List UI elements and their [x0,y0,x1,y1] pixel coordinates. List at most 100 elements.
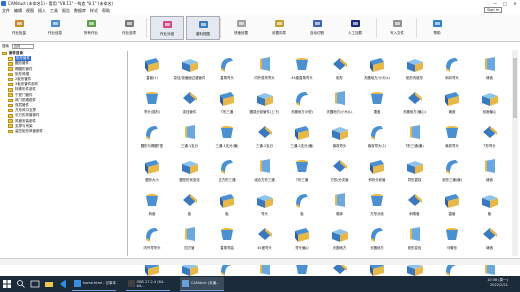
part-label: T形弯头 [483,144,496,148]
part-thumbnail-icon [334,193,345,207]
part-thumbnail-icon [295,126,309,140]
part-thumbnail-icon [409,227,420,241]
help-icon [432,20,442,27]
sign-in-button[interactable]: Sign In [484,7,502,13]
part-thumbnail-icon [259,159,270,173]
part-gallery: 直管(1) 变径/变截面过渡管件 直角弯头 内外弧弯弯头 45度直角弯头 矩形 天圆地方/小… [133,50,512,284]
app-icon [128,280,135,287]
folder-icon [8,103,13,108]
part-thumbnail-icon [371,126,383,140]
tree-item[interactable]: 高压矩形风管部件 [0,129,127,134]
folder-icon [8,57,13,61]
part-thumbnail-icon [145,160,159,174]
folder-icon [2,51,7,56]
ribbon-button[interactable]: 作业信息 [38,16,72,40]
ribbon-label: 作业分组 [160,32,174,36]
taskbar: home.html - 记事本 OBS 27.2.4 (64-bit... CAMd… [0,276,520,292]
task-label: OBS 27.2.4 (64-bit... [136,279,165,288]
ribbon-separator [146,18,147,38]
menu-item[interactable]: 数据库 [72,8,88,14]
ribbon-button[interactable]: 帮助 [420,16,454,40]
filter-input[interactable]: 直线 [12,44,34,49]
file-explorer-icon[interactable] [44,279,54,289]
close-button[interactable]: ✕ [510,0,520,7]
menu-item[interactable]: 帮助 [100,8,112,14]
part-thumbnail-icon [295,228,309,242]
part-thumbnail-icon [184,227,195,241]
job-batch-icon [14,20,24,27]
task-label: CAMduct (未编... [191,281,220,285]
part-thumbnail-icon [296,194,308,208]
folder-icon [8,72,13,77]
menu-item[interactable]: 文件 [0,8,12,14]
app-logo-icon [1,1,6,6]
tree-item-label: 高压矩形风管部件 [15,128,43,133]
window-title: CAMduct (未命名1) - 套用 "V8.11" - 构造 "8.1" (… [8,0,114,6]
app-icon [182,280,189,287]
part-thumbnail-icon [181,161,198,174]
menu-item[interactable]: 报告 [60,8,72,14]
task-view-icon[interactable] [30,279,40,289]
ribbon-button[interactable]: 自动切割 [300,16,334,40]
part-thumbnail-icon [182,194,197,206]
part-tile[interactable]: 铸造 [468,54,512,86]
ribbon-button[interactable]: 设置向导 [262,16,296,40]
ribbon-button[interactable]: 作业分组 [150,16,184,40]
menu-item[interactable]: 视图 [24,8,36,14]
ribbon-button[interactable]: 所有作业 [74,16,108,40]
menu-bar: 文件 编辑 视图 插入 工具 报告 数据库 样式 帮助 [0,7,520,14]
minimize-button[interactable]: — [490,0,500,7]
part-thumbnail-icon [182,92,197,104]
system-clock[interactable]: 10:58 (周一) 2022/2/21 [487,278,508,288]
windows-start-icon[interactable] [3,280,11,288]
part-thumbnail-icon [332,58,347,70]
menu-item[interactable]: 插入 [36,8,48,14]
part-thumbnail-icon [146,126,158,140]
part-thumbnail-icon [256,195,273,208]
search-icon[interactable] [16,279,26,289]
ribbon-button[interactable]: 快速设置 [224,16,258,40]
scroll-thumb[interactable] [513,58,517,118]
part-thumbnail-icon [481,93,498,106]
menu-item[interactable]: 编辑 [12,8,24,14]
folder-icon [8,129,13,134]
folder-icon [8,77,13,82]
part-thumbnail-icon [257,228,272,240]
gallery-scrollbar[interactable] [512,50,518,256]
ribbon-button[interactable]: 人工加载 [338,16,372,40]
ribbon-label: 作业批量 [12,31,26,35]
vscode-icon[interactable] [58,279,68,289]
part-tile[interactable]: 铸造 [468,156,512,188]
task-label: home.html - 记事本 [83,281,116,285]
menu-item[interactable]: 工具 [48,8,60,14]
filter-label: 搜索 [2,44,9,48]
part-tile[interactable]: 管 [468,190,512,222]
part-tile[interactable]: 双面偏心 [468,88,512,120]
part-tile[interactable]: 铸造 [468,224,512,256]
part-thumbnail-icon [220,194,234,208]
taskbar-task[interactable]: home.html - 记事本 [72,277,116,291]
taskbar-task[interactable]: CAMduct (未编... [180,277,224,291]
ribbon-button[interactable]: 套料视图 [186,16,220,40]
part-thumbnail-icon [406,59,423,72]
taskbar-task[interactable]: OBS 27.2.4 (64-bit... [126,277,170,291]
part-thumbnail-icon [371,92,383,104]
ribbon-button[interactable]: 写入文件 [380,16,414,40]
ribbon-button[interactable]: 作业批量 [2,16,36,40]
part-thumbnail-icon [221,228,233,240]
part-tile[interactable]: T形弯头 [468,122,512,154]
part-thumbnail-icon [146,194,158,206]
maximize-button[interactable]: □ [500,0,510,7]
part-thumbnail-icon [446,126,458,138]
ribbon-button[interactable]: 作业选项 [112,16,146,40]
folder-icon [8,124,13,128]
auto-cut-icon [312,20,322,27]
menu-item[interactable]: 样式 [88,8,100,14]
ribbon-label: 套料视图 [196,32,210,36]
job-group-icon [162,21,172,28]
part-label: 管 [487,212,492,216]
window-controls: — □ ✕ [490,0,520,7]
ribbon-label: 自动切割 [310,31,324,35]
part-thumbnail-icon [445,194,459,208]
part-thumbnail-icon [256,93,273,106]
